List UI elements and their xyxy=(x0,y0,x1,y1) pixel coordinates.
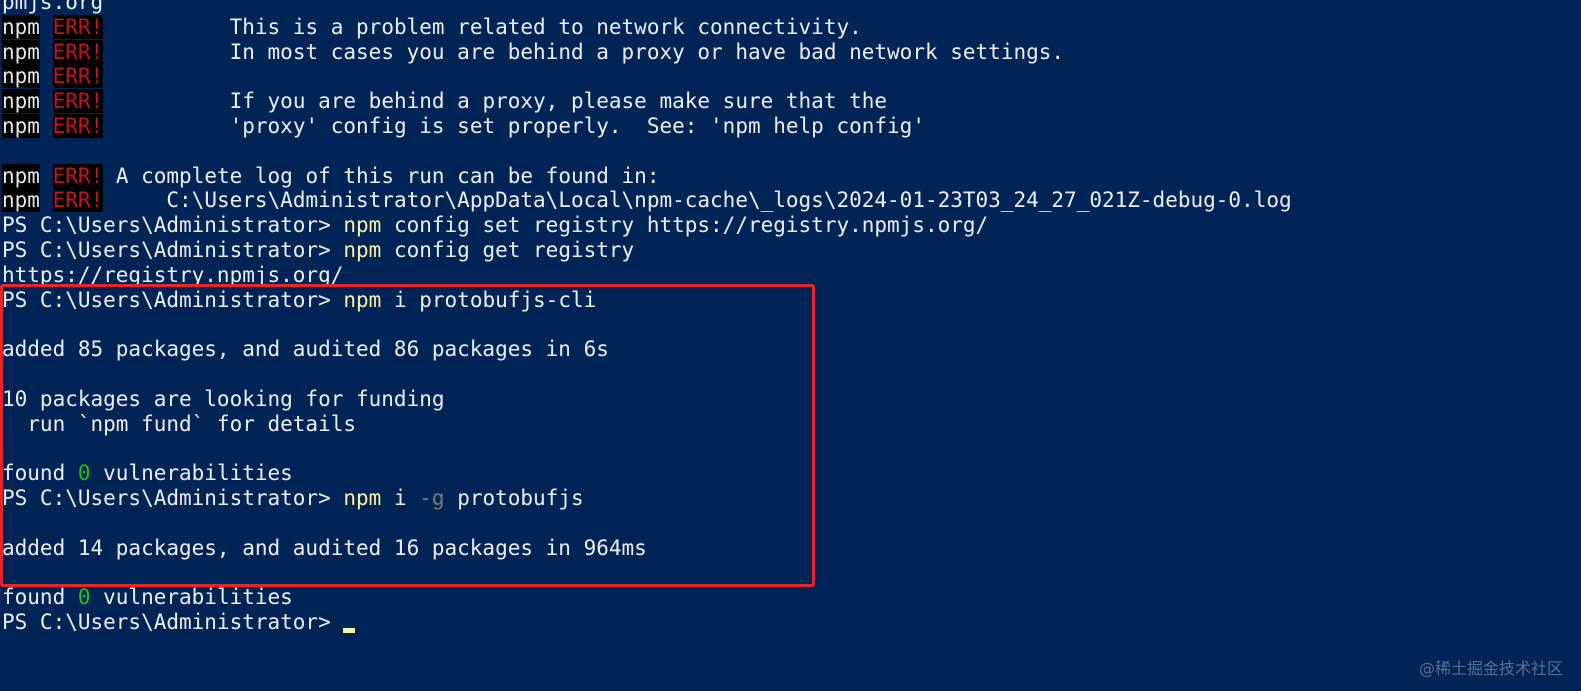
command-args: config get registry xyxy=(381,237,635,262)
terminal-line: PS C:\Users\Administrator> npm i -g prot… xyxy=(2,486,1292,511)
line-text: A complete log of this run can be found … xyxy=(103,163,660,188)
terminal-line: added 85 packages, and audited 86 packag… xyxy=(2,337,1292,362)
terminal-line: npm ERR! xyxy=(2,64,1292,89)
prompt-text: PS C:\Users\Administrator> xyxy=(2,237,344,262)
line-text: 10 packages are looking for funding xyxy=(2,386,445,411)
npm-prefix: npm xyxy=(2,163,40,188)
terminal-line: run `npm fund` for details xyxy=(2,412,1292,437)
terminal-line: found 0 vulnerabilities xyxy=(2,585,1292,610)
prompt-text: PS C:\Users\Administrator> xyxy=(2,287,344,312)
prompt-text: PS C:\Users\Administrator> xyxy=(2,485,344,510)
terminal-output: pmjs.org npm ERR! This is a problem relat… xyxy=(2,0,1292,635)
command-name: npm xyxy=(343,485,382,510)
line-text: pmjs.org xyxy=(2,0,104,14)
terminal-line: npm ERR! If you are behind a proxy, plea… xyxy=(2,89,1292,114)
terminal-line: PS C:\Users\Administrator> npm config se… xyxy=(2,213,1292,238)
line-text: added 14 packages, and audited 16 packag… xyxy=(2,535,647,560)
npm-prefix: npm xyxy=(2,113,40,138)
terminal-line: npm ERR! A complete log of this run can … xyxy=(2,163,1292,189)
command-name: npm xyxy=(343,237,382,262)
err-badge: ERR! xyxy=(52,39,104,64)
line-text: vulnerabilities xyxy=(90,461,293,486)
line-text: run `npm fund` for details xyxy=(2,411,357,436)
npm-prefix: npm xyxy=(2,89,40,114)
err-badge: ERR! xyxy=(52,89,104,114)
line-text: vulnerabilities xyxy=(90,585,293,610)
text-cursor[interactable] xyxy=(343,627,356,633)
err-badge: ERR! xyxy=(52,188,104,213)
terminal-line: PS C:\Users\Administrator> xyxy=(2,610,1292,635)
line-text: In most cases you are behind a proxy or … xyxy=(103,39,1065,64)
command-name: npm xyxy=(343,213,382,238)
command-flag: -g xyxy=(419,485,445,510)
command-args: config set registry https://registry.npm… xyxy=(381,213,989,238)
line-text: This is a problem related to network con… xyxy=(103,14,862,39)
line-text: C:\Users\Administrator\AppData\Local\npm… xyxy=(103,188,1292,213)
line-text: https://registry.npmjs.org/ xyxy=(2,262,344,287)
npm-prefix: npm xyxy=(2,39,40,64)
terminal-line: found 0 vulnerabilities xyxy=(2,461,1292,486)
watermark: @稀土掘金技术社区 xyxy=(1418,659,1563,678)
prompt-text: PS C:\Users\Administrator> xyxy=(2,213,344,238)
line-text: added 85 packages, and audited 86 packag… xyxy=(2,337,609,362)
vulnerability-count: 0 xyxy=(77,585,91,610)
line-text: 'proxy' config is set properly. See: 'np… xyxy=(103,113,925,138)
command-args: i protobufjs-cli xyxy=(381,287,597,312)
command-name: npm xyxy=(343,287,382,312)
npm-prefix: npm xyxy=(2,14,40,39)
terminal-line: https://registry.npmjs.org/ xyxy=(2,263,1292,288)
command-args: i xyxy=(381,485,420,510)
powershell-terminal[interactable]: pmjs.org npm ERR! This is a problem relat… xyxy=(0,0,1581,691)
terminal-line: npm ERR! 'proxy' config is set properly.… xyxy=(2,113,1292,139)
terminal-line: npm ERR! In most cases you are behind a … xyxy=(2,39,1292,65)
command-args: protobufjs xyxy=(444,485,584,510)
npm-prefix: npm xyxy=(2,64,40,89)
prompt-text: PS C:\Users\Administrator> xyxy=(2,609,344,634)
err-badge: ERR! xyxy=(52,113,104,138)
terminal-line: pmjs.org xyxy=(2,0,1292,15)
terminal-line: npm ERR! This is a problem related to ne… xyxy=(2,14,1292,40)
vulnerability-count: 0 xyxy=(77,461,91,486)
line-text: If you are behind a proxy, please make s… xyxy=(103,89,888,114)
err-badge: ERR! xyxy=(52,14,104,39)
err-badge: ERR! xyxy=(52,163,104,188)
terminal-line: PS C:\Users\Administrator> npm i protobu… xyxy=(2,288,1292,313)
terminal-line: added 14 packages, and audited 16 packag… xyxy=(2,536,1292,561)
npm-prefix: npm xyxy=(2,188,40,213)
terminal-line: npm ERR! C:\Users\Administrator\AppData\… xyxy=(2,188,1292,213)
err-badge: ERR! xyxy=(52,64,104,89)
line-text: found xyxy=(2,585,78,610)
line-text: found xyxy=(2,461,78,486)
terminal-line: PS C:\Users\Administrator> npm config ge… xyxy=(2,238,1292,263)
terminal-line: 10 packages are looking for funding xyxy=(2,387,1292,412)
